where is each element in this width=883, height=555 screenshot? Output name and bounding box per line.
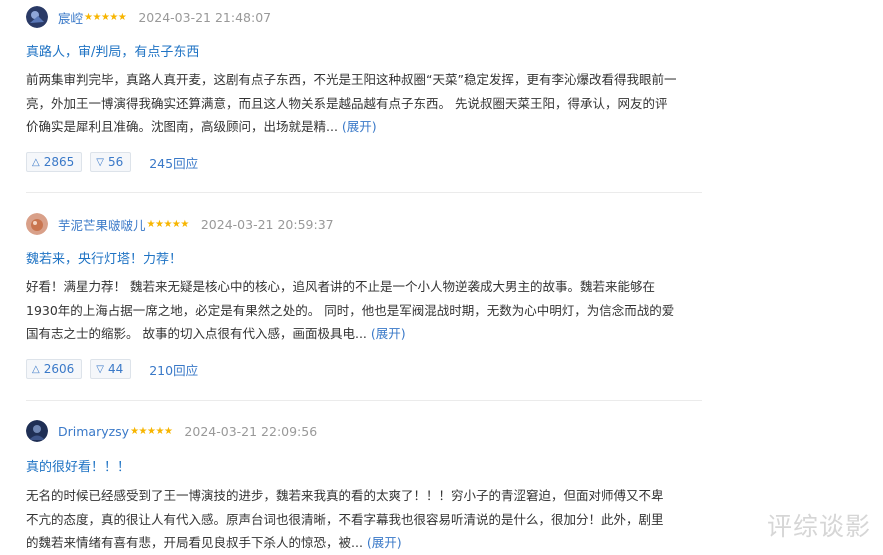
star-rating: ★★★★★ [146,218,190,230]
review-line: 的魏若来情绪有喜有悲，开局看见良叔手下杀人的惊恐，被... (展开) [26,531,702,555]
divider [26,400,702,401]
review-line: 无名的时候已经感受到了王一博演技的进步，魏若来我真的看的太爽了！！！穷小子的青涩… [26,488,664,503]
review-line-text: 价确实是犀利且准确。沈图南，高级顾问，出场就是精... [26,119,338,135]
review-actions: △ 2606 ▽ 44 210回应 [26,358,198,380]
user-avatar[interactable] [26,6,48,28]
username[interactable]: Drimaryzsy [58,424,129,439]
downvote-button[interactable]: ▽ 44 [90,359,132,379]
upvote-count: 2865 [43,155,75,169]
expand-link[interactable]: (展开) [371,326,406,341]
review-line: 不亢的态度，真的很让人有代入感。原声台词也很清晰，不看字幕我也很容易听清说的是什… [26,511,664,527]
review-line: 1930年的上海占据一席之地，必定是有果然之处的。 同时，他也是军阀混战时期，无… [26,302,675,318]
review-title[interactable]: 魏若来，央行灯塔！力荐！ [26,248,182,267]
review-date: 2024-03-21 22:09:56 [184,423,318,439]
review-line: 国有志之士的缩影。 故事的切入点很有代入感，画面极具电... (展开) [26,322,702,346]
replies-link[interactable]: 245回应 [149,153,198,172]
star-rating: ★★★★★ [84,11,127,23]
review-body: 无名的时候已经感受到了王一博演技的进步，魏若来我真的看的太爽了！！！穷小子的青涩… [26,484,702,555]
review-line-text: 的魏若来情绪有喜有悲，开局看见良叔手下杀人的惊恐，被... [26,535,363,551]
review-line: 亮，外加王一博演得我确实还算满意，而且这人物关系是越品越有点子东西。 先说叔圈天… [26,95,668,111]
user-avatar[interactable] [26,420,48,442]
review-header: 宸崆 ★★★★★ 2024-03-21 21:48:07 [26,6,271,28]
review-title[interactable]: 真的很好看！！！ [26,456,130,475]
review-line: 好看！满星力荐！ 魏若来无疑是核心中的核心，追风者讲的不止是一个小人物逆袭成大男… [26,279,655,294]
review-date: 2024-03-21 21:48:07 [138,9,272,25]
downvote-count: 44 [107,362,124,376]
review-line: 价确实是犀利且准确。沈图南，高级顾问，出场就是精... (展开) [26,115,702,139]
expand-link[interactable]: (展开) [367,535,402,550]
downvote-count: 56 [107,155,124,169]
review-header: 芋泥芒果啵啵儿 ★★★★★ 2024-03-21 20:59:37 [26,213,334,235]
upvote-count: 2606 [43,362,75,376]
review-title[interactable]: 真路人，审/判局，有点子东西 [26,41,199,60]
downvote-button[interactable]: ▽ 56 [90,152,132,172]
thumbs-up-icon: △ [32,363,40,375]
review-actions: △ 2865 ▽ 56 245回应 [26,151,198,173]
username[interactable]: 宸崆 [58,8,83,27]
upvote-button[interactable]: △ 2606 [26,359,83,379]
divider [26,192,702,193]
expand-link[interactable]: (展开) [342,119,377,134]
user-avatar[interactable] [26,213,48,235]
thumbs-up-icon: △ [32,156,40,168]
review-line: 前两集审判完毕，真路人真开麦，这剧有点子东西，不光是王阳这种叔圈“天菜”稳定发挥… [26,72,677,87]
review-body: 好看！满星力荐！ 魏若来无疑是核心中的核心，追风者讲的不止是一个小人物逆袭成大男… [26,275,702,346]
review-date: 2024-03-21 20:59:37 [200,216,334,232]
upvote-button[interactable]: △ 2865 [26,152,83,172]
thumbs-down-icon: ▽ [96,156,104,168]
review-header: Drimaryzsy ★★★★★ 2024-03-21 22:09:56 [26,420,317,442]
review-body: 前两集审判完毕，真路人真开麦，这剧有点子东西，不光是王阳这种叔圈“天菜”稳定发挥… [26,68,702,139]
thumbs-down-icon: ▽ [96,363,104,375]
watermark: 评综谈影 [766,512,871,541]
username[interactable]: 芋泥芒果啵啵儿 [58,215,146,234]
replies-link[interactable]: 210回应 [149,360,198,379]
star-rating: ★★★★★ [130,425,173,437]
review-line-text: 国有志之士的缩影。 故事的切入点很有代入感，画面极具电... [26,326,367,342]
